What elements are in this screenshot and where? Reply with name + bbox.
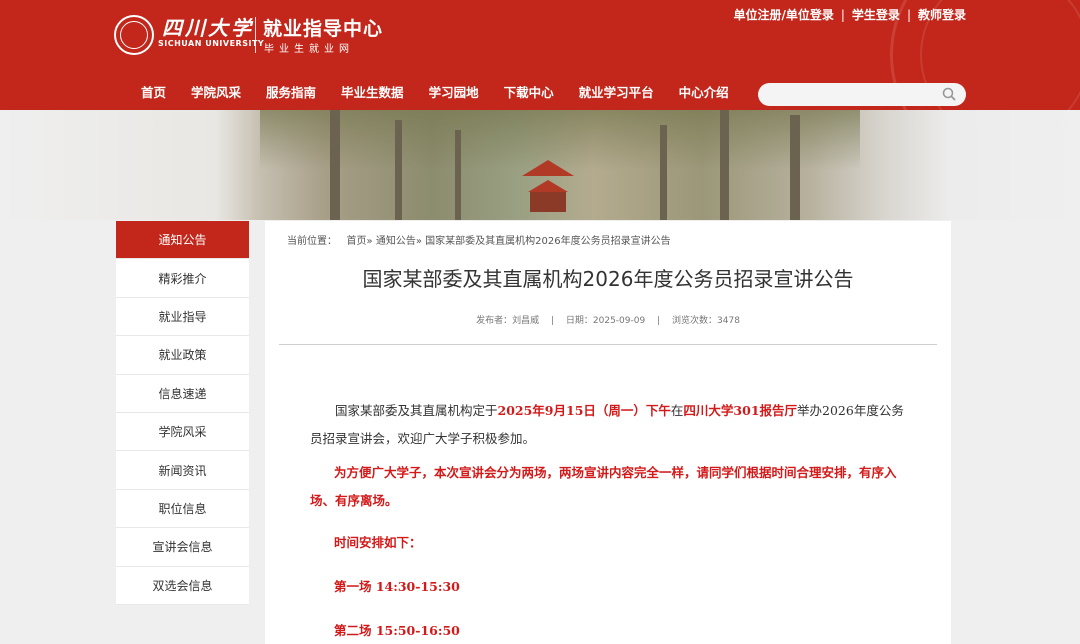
title-divider — [279, 344, 937, 345]
session-2: 第二场 15:50-16:50 — [334, 623, 460, 638]
session-1: 第一场 14:30-15:30 — [334, 579, 460, 594]
article-title: 国家某部委及其直属机构2026年度公务员招录宣讲公告 — [362, 267, 854, 291]
nav-downloads[interactable]: 下载中心 — [504, 82, 554, 101]
breadcrumb-sep: » — [415, 236, 422, 247]
sidebar-item-jobs[interactable]: 职位信息 — [116, 489, 249, 529]
sidebar-item-seminars[interactable]: 宣讲会信息 — [116, 528, 249, 567]
sidebar-item-career-guidance[interactable]: 就业指导 — [116, 297, 249, 337]
university-seal-icon[interactable] — [114, 15, 154, 55]
pavilion-icon — [522, 160, 574, 212]
search-box — [758, 83, 966, 106]
site-subtitle: 毕业生就业网 — [264, 44, 354, 55]
teacher-login-link[interactable]: 教师登录 — [918, 6, 966, 23]
schedule-heading: 时间安排如下： — [334, 535, 422, 550]
breadcrumb-home[interactable]: 首页 — [347, 236, 367, 247]
top-links: 单位注册/单位登录 | 学生登录 | 教师登录 — [733, 6, 966, 23]
paragraph-intro: 国家某部委及其直属机构定于2025年9月15日（周一）下午在四川大学301报告厅… — [310, 403, 904, 446]
nav-college-showcase[interactable]: 学院风采 — [191, 82, 241, 101]
campus-banner-image — [0, 110, 1080, 220]
nav-learning-platform[interactable]: 就业学习平台 — [579, 82, 654, 101]
breadcrumb-sep: » — [366, 236, 373, 247]
publish-date: 2025-09-09 — [592, 316, 646, 326]
sidebar-item-notices[interactable]: 通知公告 — [116, 221, 249, 260]
site-header: 四川大学 SICHUAN UNIVERSITY 就业指导中心 毕业生就业网 单位… — [0, 0, 1080, 110]
sidebar-item-college-showcase[interactable]: 学院风采 — [116, 412, 249, 452]
breadcrumb-prefix: 当前位置： — [287, 236, 337, 247]
sidebar-menu: 通知公告 精彩推介 就业指导 就业政策 信息速递 学院风采 新闻资讯 职位信息 … — [116, 221, 249, 605]
top-link-separator: | — [840, 7, 845, 22]
main-nav: 首页 学院风采 服务指南 毕业生数据 学习园地 下载中心 就业学习平台 中心介绍 — [130, 82, 754, 101]
article-meta: 发布者：刘昌威 | 日期：2025-09-09 | 浏览次数：3478 — [476, 316, 740, 326]
sidebar-item-info-express[interactable]: 信息速递 — [116, 374, 249, 413]
article-body: 国家某部委及其直属机构定于2025年9月15日（周一）下午在四川大学301报告厅… — [310, 397, 910, 644]
sidebar-item-employment-policy[interactable]: 就业政策 — [116, 336, 249, 375]
sidebar-item-featured[interactable]: 精彩推介 — [116, 259, 249, 298]
article-panel: 当前位置： 首页» 通知公告» 国家某部委及其直属机构2026年度公务员招录宣讲… — [265, 221, 951, 644]
university-logo-text[interactable]: 四川大学 — [162, 12, 254, 41]
sidebar-item-job-fairs[interactable]: 双选会信息 — [116, 566, 249, 605]
nav-service-guide[interactable]: 服务指南 — [266, 82, 316, 101]
view-count: 3478 — [717, 316, 740, 326]
employer-login-link[interactable]: 单位注册/单位登录 — [733, 6, 833, 23]
nav-graduate-data[interactable]: 毕业生数据 — [341, 82, 404, 101]
sidebar-item-news[interactable]: 新闻资讯 — [116, 451, 249, 490]
logo-divider — [255, 17, 256, 53]
search-icon[interactable] — [942, 87, 956, 101]
nav-learning[interactable]: 学习园地 — [429, 82, 479, 101]
student-login-link[interactable]: 学生登录 — [852, 6, 900, 23]
university-logo-en: SICHUAN UNIVERSITY — [158, 39, 265, 48]
search-input[interactable] — [758, 83, 933, 106]
nav-about[interactable]: 中心介绍 — [679, 82, 729, 101]
breadcrumb: 当前位置： 首页» 通知公告» 国家某部委及其直属机构2026年度公务员招录宣讲… — [287, 232, 671, 247]
site-name[interactable]: 就业指导中心 — [263, 14, 383, 41]
event-location: 四川大学301报告厅 — [683, 403, 798, 418]
event-time: 2025年9月15日（周一）下午 — [497, 403, 671, 418]
author: 刘昌威 — [512, 316, 540, 326]
top-link-separator: | — [906, 7, 911, 22]
breadcrumb-section[interactable]: 通知公告 — [376, 236, 416, 247]
nav-home[interactable]: 首页 — [141, 82, 166, 101]
breadcrumb-current: 国家某部委及其直属机构2026年度公务员招录宣讲公告 — [425, 236, 671, 247]
paragraph-notice: 为方便广大学子，本次宣讲会分为两场，两场宣讲内容完全一样，请同学们根据时间合理安… — [310, 465, 897, 508]
